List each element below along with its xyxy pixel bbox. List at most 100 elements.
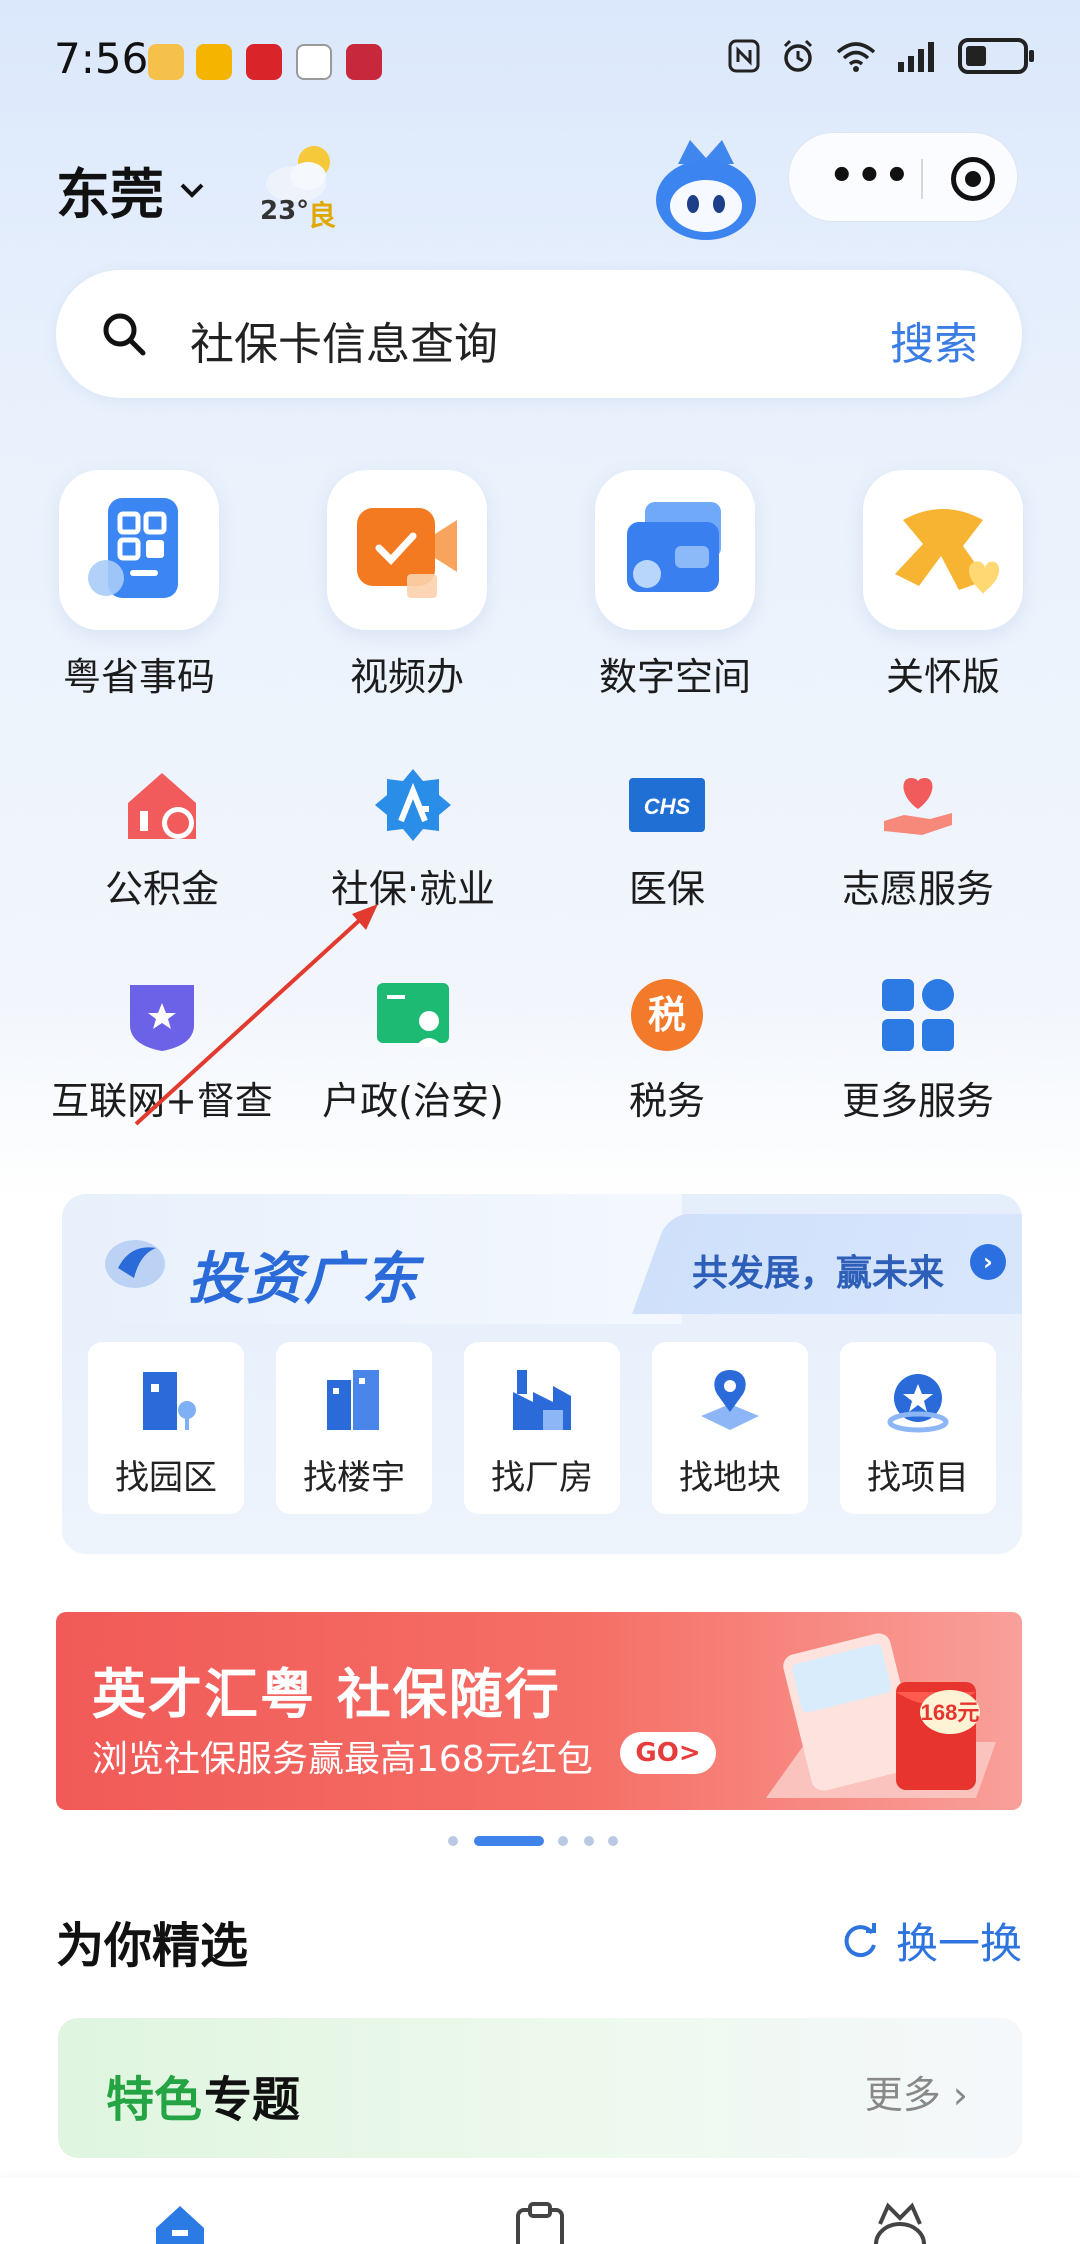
tile-yueshengshi-code[interactable] <box>59 470 219 630</box>
weibo-notification-icon <box>148 44 184 80</box>
chevron-right-icon[interactable]: › <box>970 1244 1006 1280</box>
service-label: 医保 <box>628 867 705 911</box>
service-label: 户政(治安) <box>322 1079 504 1123</box>
alarm-icon <box>783 39 813 72</box>
tax-icon[interactable]: 税 <box>622 970 712 1060</box>
close-miniprogram-button[interactable] <box>951 157 995 201</box>
featured-topics-title: 专题 <box>204 2072 301 2128</box>
banner-go-button[interactable]: GO> <box>620 1732 716 1774</box>
status-time: 7:56 <box>54 34 149 83</box>
weather-temperature: 23° <box>260 196 310 226</box>
find-factory-button[interactable]: 找厂房 <box>464 1342 620 1514</box>
service-label: 互联网+督查 <box>51 1079 273 1123</box>
signal-icon <box>898 42 934 72</box>
status-icons <box>726 38 1034 74</box>
tile-care-version[interactable] <box>863 470 1023 630</box>
tile-video-service[interactable] <box>327 470 487 630</box>
pager-dot <box>608 1836 618 1846</box>
housing-fund-icon[interactable] <box>117 760 207 850</box>
miniprogram-capsule: ••• <box>788 132 1018 222</box>
search-bar[interactable]: 社保卡信息查询 搜索 <box>56 270 1022 398</box>
nfc-icon <box>728 39 760 73</box>
pager-dot <box>448 1836 458 1846</box>
mascot-profile-icon[interactable] <box>870 2200 930 2244</box>
volunteer-heart-hand-icon[interactable] <box>873 760 963 850</box>
factory-icon <box>513 1370 571 1430</box>
service-label: 公积金 <box>104 867 219 911</box>
mail-notification-icon <box>196 44 232 80</box>
tile-label: 数字空间 <box>598 655 751 699</box>
invest-slogan[interactable]: 共发展，赢未来 <box>692 1244 944 1296</box>
search-button[interactable]: 搜索 <box>890 308 978 372</box>
city-selector[interactable]: 东莞 <box>56 150 206 229</box>
service-label: 社保·就业 <box>330 867 496 911</box>
find-land-button[interactable]: 找地块 <box>652 1342 808 1514</box>
battery-icon <box>958 38 1034 74</box>
tile-label: 视频办 <box>349 655 464 699</box>
clipboard-icon[interactable] <box>510 2200 570 2244</box>
app-notification-icon-2 <box>296 44 332 80</box>
picks-section-title: 为你精选 <box>56 1918 249 1974</box>
office-building-icon <box>327 1370 379 1430</box>
find-label: 找园区 <box>115 1458 217 1498</box>
more-options-button[interactable]: ••• <box>829 156 912 196</box>
find-building-button[interactable]: 找楼宇 <box>276 1342 432 1514</box>
digital-wallet-icon <box>627 502 721 592</box>
promo-banner[interactable]: 英才汇粤 社保随行 浏览社保服务赢最高168元红包 GO> 168元 <box>56 1612 1022 1810</box>
featured-topics-title-green: 特色 <box>106 2072 203 2128</box>
search-input[interactable]: 社保卡信息查询 <box>190 308 498 372</box>
search-icon <box>103 313 146 356</box>
banner-subtitle: 浏览社保服务赢最高168元红包 <box>92 1739 593 1780</box>
household-registration-icon[interactable] <box>368 970 458 1060</box>
tile-label: 粤省事码 <box>62 655 215 699</box>
scarf-heart-icon <box>895 509 1000 594</box>
service-label: 更多服务 <box>841 1079 994 1123</box>
app-notification-icon-3 <box>346 44 382 80</box>
supervision-shield-icon[interactable] <box>117 970 207 1060</box>
find-park-button[interactable]: 找园区 <box>88 1342 244 1514</box>
find-label: 找厂房 <box>491 1458 593 1498</box>
refresh-icon <box>844 1922 876 1957</box>
invest-logo-icon <box>105 1240 165 1288</box>
tile-label: 关怀版 <box>885 655 1000 699</box>
status-bar: 7:56 <box>0 0 1080 120</box>
assistant-mascot-icon[interactable] <box>650 134 762 246</box>
invest-title: 投资广东 <box>188 1247 420 1312</box>
city-name: 东莞 <box>56 163 164 226</box>
find-project-button[interactable]: 找项目 <box>840 1342 996 1514</box>
industrial-park-icon <box>143 1372 196 1430</box>
find-label: 找地块 <box>679 1458 781 1498</box>
find-label: 找楼宇 <box>303 1458 405 1498</box>
air-quality-label: 良 <box>308 199 337 232</box>
medical-insurance-icon[interactable]: CHS <box>622 760 712 850</box>
svg-text:168元: 168元 <box>921 1700 980 1725</box>
video-camera-icon <box>357 508 457 598</box>
tile-digital-space[interactable] <box>595 470 755 630</box>
bottom-navigation <box>0 2178 1080 2244</box>
banner-pagination <box>0 1836 1080 1848</box>
more-link[interactable]: 更多 › <box>865 2064 968 2119</box>
more-services-grid-icon[interactable] <box>873 970 963 1060</box>
find-label: 找项目 <box>867 1458 969 1498</box>
pager-dot <box>558 1836 568 1846</box>
svg-text:CHS: CHS <box>644 794 691 819</box>
social-security-icon[interactable] <box>368 760 458 850</box>
chevron-down-icon <box>180 183 204 198</box>
phone-red-envelope-illustration: 168元 <box>766 1633 996 1798</box>
map-pin-icon <box>701 1370 759 1430</box>
featured-topics-card[interactable]: 特色 专题 更多 › <box>58 2018 1022 2158</box>
app-notification-icon <box>246 44 282 80</box>
home-icon[interactable] <box>150 2200 210 2244</box>
svg-text:税: 税 <box>648 993 686 1037</box>
project-badge-icon <box>887 1374 949 1433</box>
banner-title: 英才汇粤 社保随行 <box>92 1663 561 1726</box>
pager-dot <box>584 1836 594 1846</box>
refresh-button[interactable]: 换一换 <box>840 1910 1022 1971</box>
pager-dot-active <box>474 1836 544 1846</box>
refresh-label: 换一换 <box>895 1919 1022 1968</box>
qr-code-icon <box>88 498 178 598</box>
service-label: 税务 <box>628 1079 705 1123</box>
wifi-icon <box>836 42 876 72</box>
capsule-divider <box>921 159 923 199</box>
service-label: 志愿服务 <box>841 867 994 911</box>
